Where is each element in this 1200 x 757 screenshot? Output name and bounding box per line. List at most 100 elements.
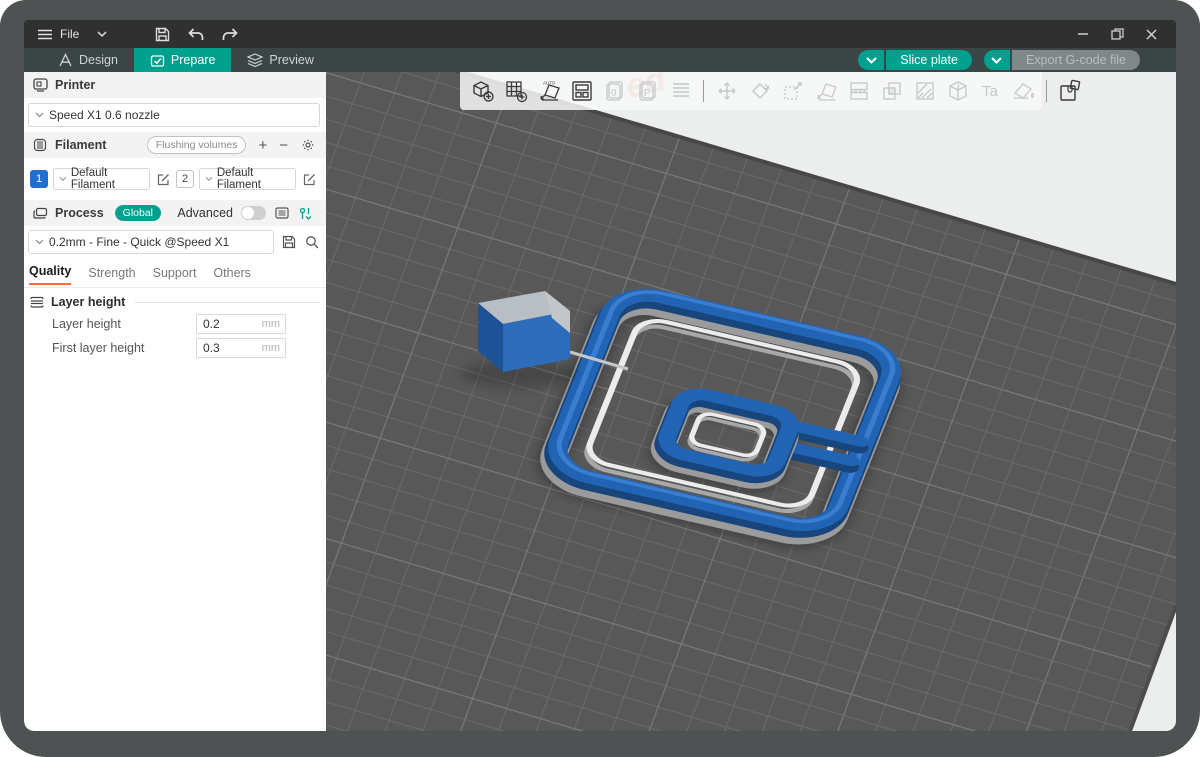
filament-2-badge[interactable]: 2 [176, 170, 194, 188]
title-bar: File [24, 20, 1176, 48]
add-filament-button[interactable]: + [258, 138, 267, 153]
auto-orient-icon[interactable]: AUTO [534, 77, 563, 105]
first-layer-height-input[interactable] [197, 341, 252, 355]
slice-plate-dropdown[interactable] [858, 50, 884, 70]
add-plate-icon[interactable] [501, 77, 530, 105]
tab-design[interactable]: Design [42, 48, 134, 72]
filament-icon [32, 137, 48, 153]
process-preset-value: 0.2mm - Fine - Quick @Speed X1 [49, 235, 229, 249]
mode-tab-bar: Design Prepare Preview Slice plate [24, 48, 1176, 72]
first-layer-height-field: mm [196, 338, 286, 358]
tab-strength[interactable]: Strength [88, 266, 135, 285]
advanced-toggle[interactable] [241, 206, 266, 220]
first-layer-height-unit: mm [262, 342, 285, 354]
layer-height-group-header: Layer height [24, 288, 326, 312]
process-preset-select[interactable]: 0.2mm - Fine - Quick @Speed X1 [28, 230, 274, 254]
param-row-layer-height: Layer height mm [24, 312, 326, 336]
text-tool-label: Ta [982, 83, 999, 100]
remove-filament-button[interactable]: − [279, 138, 288, 153]
layer-height-icon [29, 294, 45, 310]
layer-height-input[interactable] [197, 317, 252, 331]
preview-icon [247, 53, 263, 67]
layer-height-label: Layer height [52, 317, 196, 331]
scope-global[interactable]: Global [115, 205, 161, 221]
tab-actions: Slice plate Export G-code file [858, 48, 1176, 72]
toolbar-separator [703, 80, 704, 102]
save-preset-icon[interactable] [281, 234, 297, 250]
scale-icon [778, 77, 807, 105]
chevron-down-icon [59, 176, 67, 182]
close-icon[interactable] [1142, 26, 1160, 42]
toolbar-separator [1046, 80, 1047, 102]
tab-support[interactable]: Support [153, 266, 197, 285]
process-icon [32, 205, 48, 221]
filament-1-badge[interactable]: 1 [30, 170, 48, 188]
tab-preview[interactable]: Preview [231, 48, 329, 72]
compare-presets-icon[interactable] [298, 205, 314, 221]
filament-settings-gear-icon[interactable] [300, 137, 316, 153]
tab-prepare[interactable]: Prepare [134, 48, 231, 72]
search-preset-icon[interactable] [304, 234, 320, 250]
layer-height-field: mm [196, 314, 286, 334]
history-buttons [153, 26, 239, 42]
sidebar: Printer Speed X1 0.6 nozzle Filament [24, 72, 326, 731]
filament-row: 1 Default Filament 2 Default Filament [24, 158, 326, 200]
build-plate-scene [326, 72, 1176, 731]
layer-height-group-title: Layer height [51, 295, 125, 309]
flushing-volumes-button[interactable]: Flushing volumes [147, 136, 247, 154]
tab-quality[interactable]: Quality [29, 264, 71, 285]
filament-2-value: Default Filament [217, 167, 290, 191]
cut-icon [844, 77, 873, 105]
arrange-icon[interactable] [567, 77, 596, 105]
chevron-down-icon [35, 112, 44, 118]
restore-icon[interactable] [1108, 26, 1126, 42]
color-painting-icon [1009, 77, 1038, 105]
slice-plate-button: Slice plate [858, 50, 972, 70]
tab-prepare-label: Prepare [171, 53, 215, 67]
process-section-header: Process Global Objects Advanced [24, 200, 326, 226]
rotate-icon [745, 77, 774, 105]
window-controls [1074, 26, 1176, 42]
chevron-down-icon [93, 26, 111, 42]
viewport-3d[interactable]: ed AUTO 0 [326, 72, 1176, 731]
tab-others[interactable]: Others [213, 266, 251, 285]
add-object-icon[interactable] [468, 77, 497, 105]
filament-1-value: Default Filament [71, 167, 144, 191]
chevron-down-icon [205, 176, 213, 182]
viewport-toolbar: AUTO 0 P [460, 72, 1042, 110]
export-gcode-label: Export G-code file [1012, 50, 1140, 70]
edit-filament-2-icon[interactable] [301, 171, 317, 187]
printer-preset-value: Speed X1 0.6 nozzle [49, 108, 160, 122]
export-gcode-dropdown[interactable] [984, 50, 1010, 70]
move-icon [712, 77, 741, 105]
split-objects-icon: 0 [600, 77, 629, 105]
save-icon[interactable] [153, 26, 171, 42]
file-menu[interactable]: File [24, 26, 111, 42]
printer-preset-select[interactable]: Speed X1 0.6 nozzle [28, 103, 320, 127]
scope-toggle[interactable]: Global Objects [115, 205, 171, 221]
assembly-view-icon[interactable] [1055, 77, 1084, 105]
doc0-label: 0 [611, 88, 617, 99]
filament-2-select[interactable]: Default Filament [199, 168, 296, 190]
parameter-table-icon[interactable] [274, 205, 290, 221]
tab-preview-label: Preview [269, 53, 313, 67]
app-frame: File [0, 0, 1200, 757]
minimize-icon[interactable] [1074, 26, 1092, 42]
process-preset-row: 0.2mm - Fine - Quick @Speed X1 [24, 226, 326, 258]
place-on-face-icon [811, 77, 840, 105]
first-layer-height-label: First layer height [52, 341, 196, 355]
redo-icon[interactable] [221, 26, 239, 42]
split-parts-icon: P [633, 77, 662, 105]
seam-painting-icon [943, 77, 972, 105]
filament-1-select[interactable]: Default Filament [53, 168, 150, 190]
slice-plate-label[interactable]: Slice plate [886, 50, 972, 70]
edit-filament-1-icon[interactable] [155, 171, 171, 187]
text-tool-icon: Ta [976, 77, 1005, 105]
filament-section-title: Filament [55, 138, 106, 152]
layer-height-unit: mm [262, 318, 285, 330]
undo-icon[interactable] [187, 26, 205, 42]
auto-label: AUTO [543, 81, 556, 86]
process-section-title: Process [55, 206, 104, 220]
advanced-label: Advanced [177, 206, 233, 220]
printer-section-header: Printer [24, 72, 326, 98]
